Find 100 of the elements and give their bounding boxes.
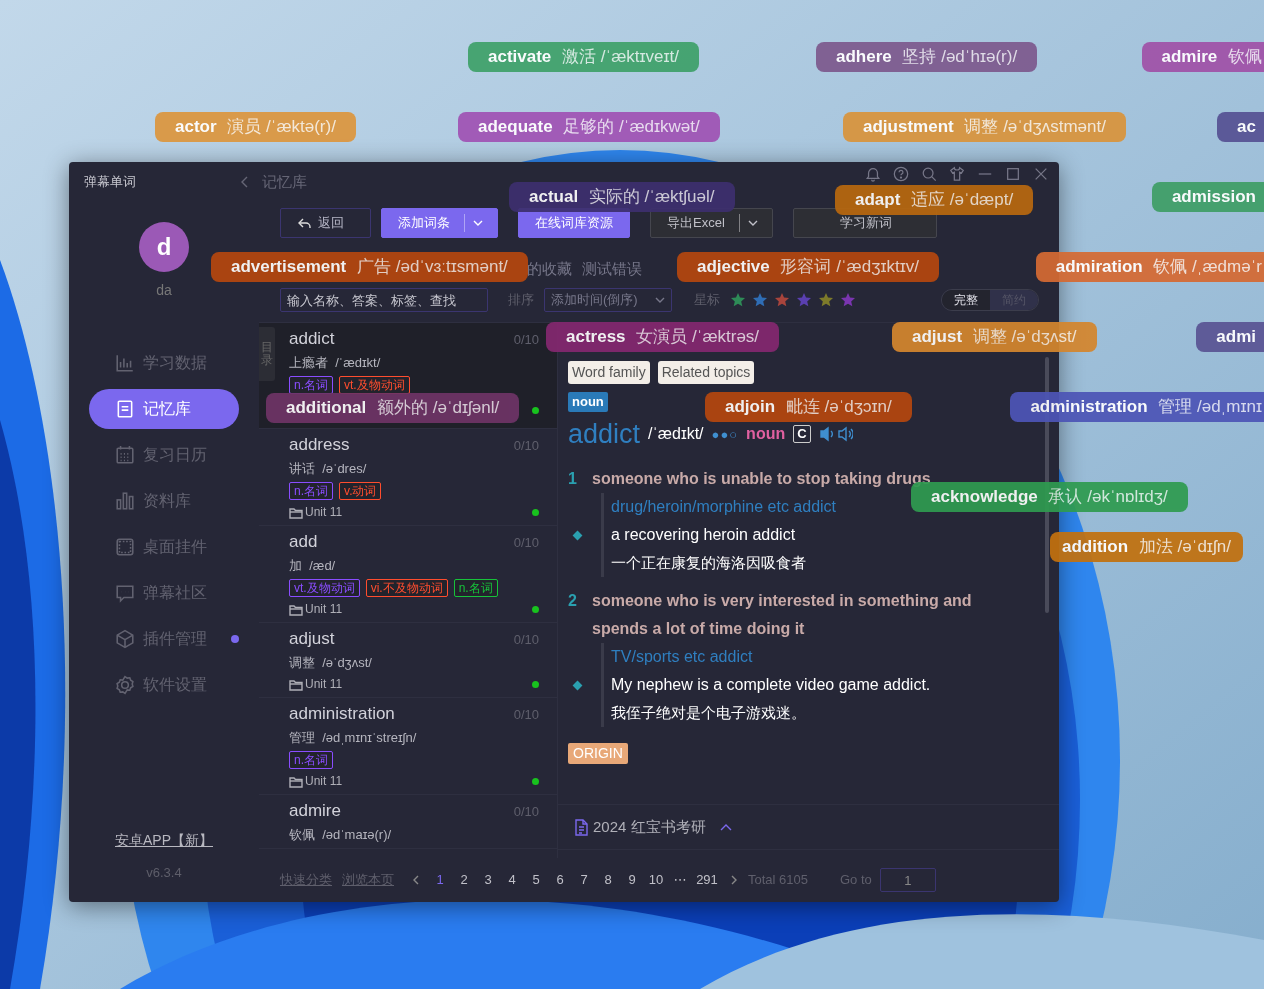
word-meaning: 钦佩 /ədˈmaɪə(r)/ — [289, 826, 393, 844]
split-button[interactable]: 导出Excel — [650, 208, 773, 238]
danmaku-bubble: adjective 形容词 /ˈædʒɪktɪv/ — [677, 252, 939, 282]
view-toggle[interactable]: 完整 — [942, 290, 990, 310]
page-number[interactable]: 5 — [524, 870, 548, 890]
speaker-icon[interactable] — [836, 425, 853, 444]
page-number[interactable]: 291 — [692, 870, 722, 890]
sense-number: 1 — [568, 468, 578, 489]
star-icon[interactable] — [730, 292, 746, 308]
level-badge: C — [793, 425, 811, 444]
danmaku-bubble: admiration 钦佩 /ˌædməˈr — [1035, 252, 1264, 282]
columns-icon — [115, 491, 135, 511]
danmaku-bubble: admire 钦佩 — [1141, 42, 1264, 72]
help-icon[interactable] — [893, 166, 909, 182]
word-meaning: 加 /æd/ — [289, 557, 337, 575]
search-icon[interactable] — [921, 166, 937, 182]
danmaku-bubble: actress 女演员 /ˈæktrəs/ — [546, 322, 780, 352]
cube-icon — [115, 629, 135, 649]
word-meaning: 调整 /əˈdʒʌst/ — [289, 654, 373, 672]
total-count: Total 6105 — [748, 871, 808, 890]
unit-label: Unit 11 — [305, 504, 343, 520]
document-icon — [115, 399, 135, 419]
sidebar-item[interactable]: 记忆库 — [89, 389, 239, 429]
danmaku-bubble: addition 加法 /əˈdɪʃn/ — [1050, 532, 1243, 562]
danmaku-bubble: advertisement 广告 /ədˈvɜːtɪsmənt/ — [211, 252, 528, 282]
split-button[interactable]: 添加词条 — [381, 208, 498, 238]
topic-chip[interactable]: Related topics — [657, 361, 755, 384]
folder-icon — [289, 505, 303, 519]
star-icon[interactable] — [796, 292, 812, 308]
word-tag: n.名词 — [289, 376, 333, 394]
breadcrumb: 记忆库 — [262, 171, 307, 192]
android-app-link[interactable]: 安卓APP【新】 — [115, 829, 213, 851]
part-of-speech: noun — [746, 424, 786, 445]
back-arrow-icon — [297, 216, 312, 230]
frame-icon — [115, 537, 135, 557]
collocation: TV/sports etc addict — [601, 642, 1019, 671]
star-icon[interactable] — [774, 292, 790, 308]
page-number[interactable]: 2 — [452, 870, 476, 890]
app-title: 弹幕单词 — [84, 173, 137, 192]
star-icon[interactable] — [752, 292, 768, 308]
shirt-icon[interactable] — [949, 166, 965, 182]
page-number[interactable]: 4 — [500, 870, 524, 890]
star-icon[interactable] — [818, 292, 834, 308]
danmaku-bubble: administration 管理 /ədˌmɪnɪ — [1010, 392, 1264, 422]
search-field[interactable]: 输入名称、答案、标签、查找 — [280, 288, 488, 312]
word-row[interactable]: administration 0/10 管理 /ədˌmɪnɪˈstreɪʃn/ n.名词 Unit 11 — [259, 698, 557, 795]
page-number[interactable]: ⋯ — [668, 870, 692, 890]
word-row[interactable]: admire 0/10 钦佩 /ədˈmaɪə(r)/ — [259, 795, 557, 849]
back-icon[interactable] — [240, 176, 250, 188]
danmaku-bubble: additional 额外的 /əˈdɪʃənl/ — [266, 393, 520, 423]
word-title: administration — [289, 703, 395, 725]
danmaku-bubble: adjustment 调整 /əˈdʒʌstmənt/ — [843, 112, 1126, 142]
caret-icon[interactable] — [747, 220, 758, 226]
source-book[interactable]: 2024 红宝书考研 — [593, 815, 706, 839]
bar-chart-icon — [115, 353, 135, 373]
next-page-icon[interactable] — [731, 875, 737, 885]
review-count: 0/10 — [513, 534, 539, 552]
danmaku-bubble: activate 激活 /ˈæktɪveɪt/ — [468, 42, 699, 72]
word-tag: n.名词 — [289, 482, 333, 500]
page-number[interactable]: 8 — [596, 870, 620, 890]
close-icon[interactable] — [1033, 166, 1049, 182]
page-number[interactable]: 7 — [572, 870, 596, 890]
word-row[interactable]: address 0/10 讲话 /əˈdres/ n.名词 v.动词 Unit 11 — [259, 429, 557, 526]
page-number[interactable]: 3 — [476, 870, 500, 890]
unit-label: Unit 11 — [305, 773, 343, 789]
username: da — [156, 281, 172, 300]
word-meaning: 讲话 /əˈdres/ — [289, 460, 368, 478]
danmaku-bubble: admi — [1196, 322, 1264, 352]
word-meaning: 管理 /ədˌmɪnɪˈstreɪʃn/ — [289, 729, 418, 747]
page-number[interactable]: 9 — [620, 870, 644, 890]
unit-label: Unit 11 — [305, 601, 343, 617]
unit-label: Unit 11 — [305, 676, 343, 692]
danmaku-bubble: actor 演员 /ˈæktə(r)/ — [155, 112, 356, 142]
goto-field[interactable]: 1 — [879, 868, 936, 892]
speaker-icon[interactable] — [818, 425, 835, 444]
word-tag: n.名词 — [289, 751, 333, 769]
document-icon — [574, 818, 589, 836]
review-count: 0/10 — [513, 803, 539, 821]
caret-icon — [655, 297, 665, 303]
word-row[interactable]: adjust 0/10 调整 /əˈdʒʌst/ Unit 11 — [259, 623, 557, 698]
origin-badge: ORIGIN — [568, 742, 628, 764]
word-title: addict — [289, 328, 335, 350]
topic-chip[interactable]: Word family — [568, 361, 650, 384]
example-sentence: My nephew is a complete video game addict. — [601, 670, 1019, 699]
word-tag: vt.及物动词 — [289, 579, 360, 597]
page-number[interactable]: 10 — [644, 870, 668, 890]
star-icon[interactable] — [840, 292, 856, 308]
back-button[interactable]: 返回 — [280, 208, 371, 238]
word-tag: v.动词 — [339, 482, 382, 500]
translation: 我侄子绝对是个电子游戏迷。 — [601, 698, 1019, 727]
pronunciation: /ˈædɪkt/ — [648, 424, 704, 445]
maximize-icon[interactable] — [1005, 166, 1021, 182]
page-number[interactable]: 6 — [548, 870, 572, 890]
page-number[interactable]: 1 — [428, 870, 452, 890]
danmaku-bubble: adapt 适应 /əˈdæpt/ — [835, 185, 1034, 215]
word-row[interactable]: add 0/10 加 /æd/ vt.及物动词 vi.不及物动词 n.名词 Unit 11 — [259, 526, 557, 623]
caret-up-icon[interactable] — [719, 823, 732, 831]
translation: 一个正在康复的海洛因吸食者 — [601, 548, 1019, 577]
prev-page-icon[interactable] — [413, 875, 419, 885]
bell-icon[interactable] — [865, 166, 881, 182]
